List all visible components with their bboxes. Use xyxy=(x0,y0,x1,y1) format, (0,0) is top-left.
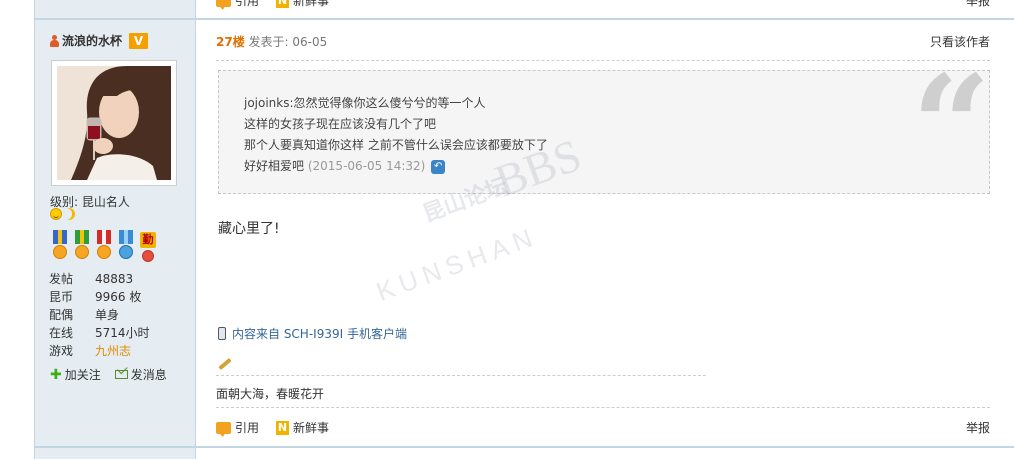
signature-marker xyxy=(216,357,706,374)
post-divider-top xyxy=(35,18,1014,20)
post-actions: 引用 N 新鲜事 举报 xyxy=(216,419,990,437)
only-author-link[interactable]: 只看该作者 xyxy=(930,33,990,50)
quote-line: 好好相爱吧 (2015-06-05 14:32) ↶ xyxy=(244,156,548,177)
moon-level-icon xyxy=(63,208,75,220)
stat-spouse: 配偶 单身 xyxy=(49,308,120,322)
game-link[interactable]: 九州志 xyxy=(95,342,131,360)
previous-post-actions: 引用 N 新鲜事 举报 xyxy=(216,0,990,10)
username-link[interactable]: 流浪的水杯 V xyxy=(50,32,149,49)
vip-badge-icon[interactable]: V xyxy=(129,32,149,49)
jump-to-quote-icon[interactable]: ↶ xyxy=(431,159,446,174)
quote-button[interactable]: 引用 xyxy=(216,419,260,437)
quote-mark-icon: “ xyxy=(911,70,990,194)
phone-icon xyxy=(218,327,226,340)
stat-coins: 昆币 9966 枚 xyxy=(49,290,142,304)
report-link[interactable]: 举报 xyxy=(966,419,990,436)
post-header: 27楼 发表于: 06-05 只看该作者 xyxy=(216,33,990,53)
share-label: 新鲜事 xyxy=(293,421,330,435)
username-text: 流浪的水杯 xyxy=(62,34,123,48)
quote-line: jojoinks:忽然觉得像你这么傻兮兮的等一个人 xyxy=(244,96,486,110)
user-stats: 发帖 48883 昆币 9966 枚 配偶 单身 在线 5714小时 游戏 九州志 xyxy=(49,270,150,360)
fresh-news-icon: N xyxy=(276,0,289,8)
quote-text: jojoinks:忽然觉得像你这么傻兮兮的等一个人 这样的女孩子现在应该没有几个… xyxy=(244,93,548,177)
signature-text: 面朝大海，春暖花开 xyxy=(216,387,325,401)
quote-line: 那个人要真知道你这样 之前不管什么误会应该都要放下了 xyxy=(244,138,548,152)
signature-divider xyxy=(216,375,706,376)
prev-share-button[interactable]: N 新鲜事 xyxy=(276,0,329,9)
mobile-source[interactable]: 内容来自 SCH-I939I 手机客户端 xyxy=(218,325,407,342)
mail-icon xyxy=(114,370,128,379)
quote-time: (2015-06-05 14:32) xyxy=(307,159,426,173)
posted-time: 发表于: 06-05 xyxy=(248,35,328,49)
prev-share-label: 新鲜事 xyxy=(293,0,330,8)
post-divider-bottom xyxy=(35,446,1014,448)
prev-quote-label: 引用 xyxy=(235,0,260,8)
medal-icon[interactable] xyxy=(50,230,70,264)
prev-quote-button[interactable]: 引用 xyxy=(216,0,260,10)
plus-icon: ✚ xyxy=(50,366,62,383)
quote-line: 这样的女孩子现在应该没有几个了吧 xyxy=(244,117,437,131)
quote-block: “ jojoinks:忽然觉得像你这么傻兮兮的等一个人 这样的女孩子现在应该没有… xyxy=(218,70,990,194)
medal-icon[interactable] xyxy=(72,230,92,264)
avatar[interactable] xyxy=(51,60,177,186)
pencil-icon xyxy=(218,357,232,371)
quote-label: 引用 xyxy=(235,421,260,435)
floor-number[interactable]: 27楼 xyxy=(216,35,245,49)
stat-online: 在线 5714小时 xyxy=(49,326,150,340)
medal-icon[interactable] xyxy=(94,230,114,264)
diligence-medal-icon[interactable]: 勤 xyxy=(138,230,158,264)
sun-level-icon xyxy=(50,208,62,220)
user-icon xyxy=(50,34,59,47)
post-body: 藏心里了! xyxy=(218,221,280,237)
stat-game: 游戏 九州志 xyxy=(49,342,132,360)
prev-report-link[interactable]: 举报 xyxy=(966,0,990,9)
stat-posts: 发帖 48883 xyxy=(49,272,134,286)
footer-divider xyxy=(216,407,990,408)
avatar-image xyxy=(57,66,171,180)
user-actions: ✚ 加关注 发消息 xyxy=(50,366,167,383)
follow-button[interactable]: ✚ 加关注 xyxy=(50,366,101,383)
medal-list: 勤 xyxy=(50,230,158,264)
avatar-portrait xyxy=(57,66,171,180)
quote-icon xyxy=(216,421,231,437)
page-left-margin xyxy=(0,0,35,459)
share-fresh-button[interactable]: N 新鲜事 xyxy=(276,419,329,436)
send-message-button[interactable]: 发消息 xyxy=(114,366,167,383)
header-divider xyxy=(216,60,990,61)
quote-icon xyxy=(216,0,231,10)
level-icons xyxy=(50,208,75,220)
medal-icon[interactable] xyxy=(116,230,136,264)
fresh-news-icon: N xyxy=(276,420,289,435)
